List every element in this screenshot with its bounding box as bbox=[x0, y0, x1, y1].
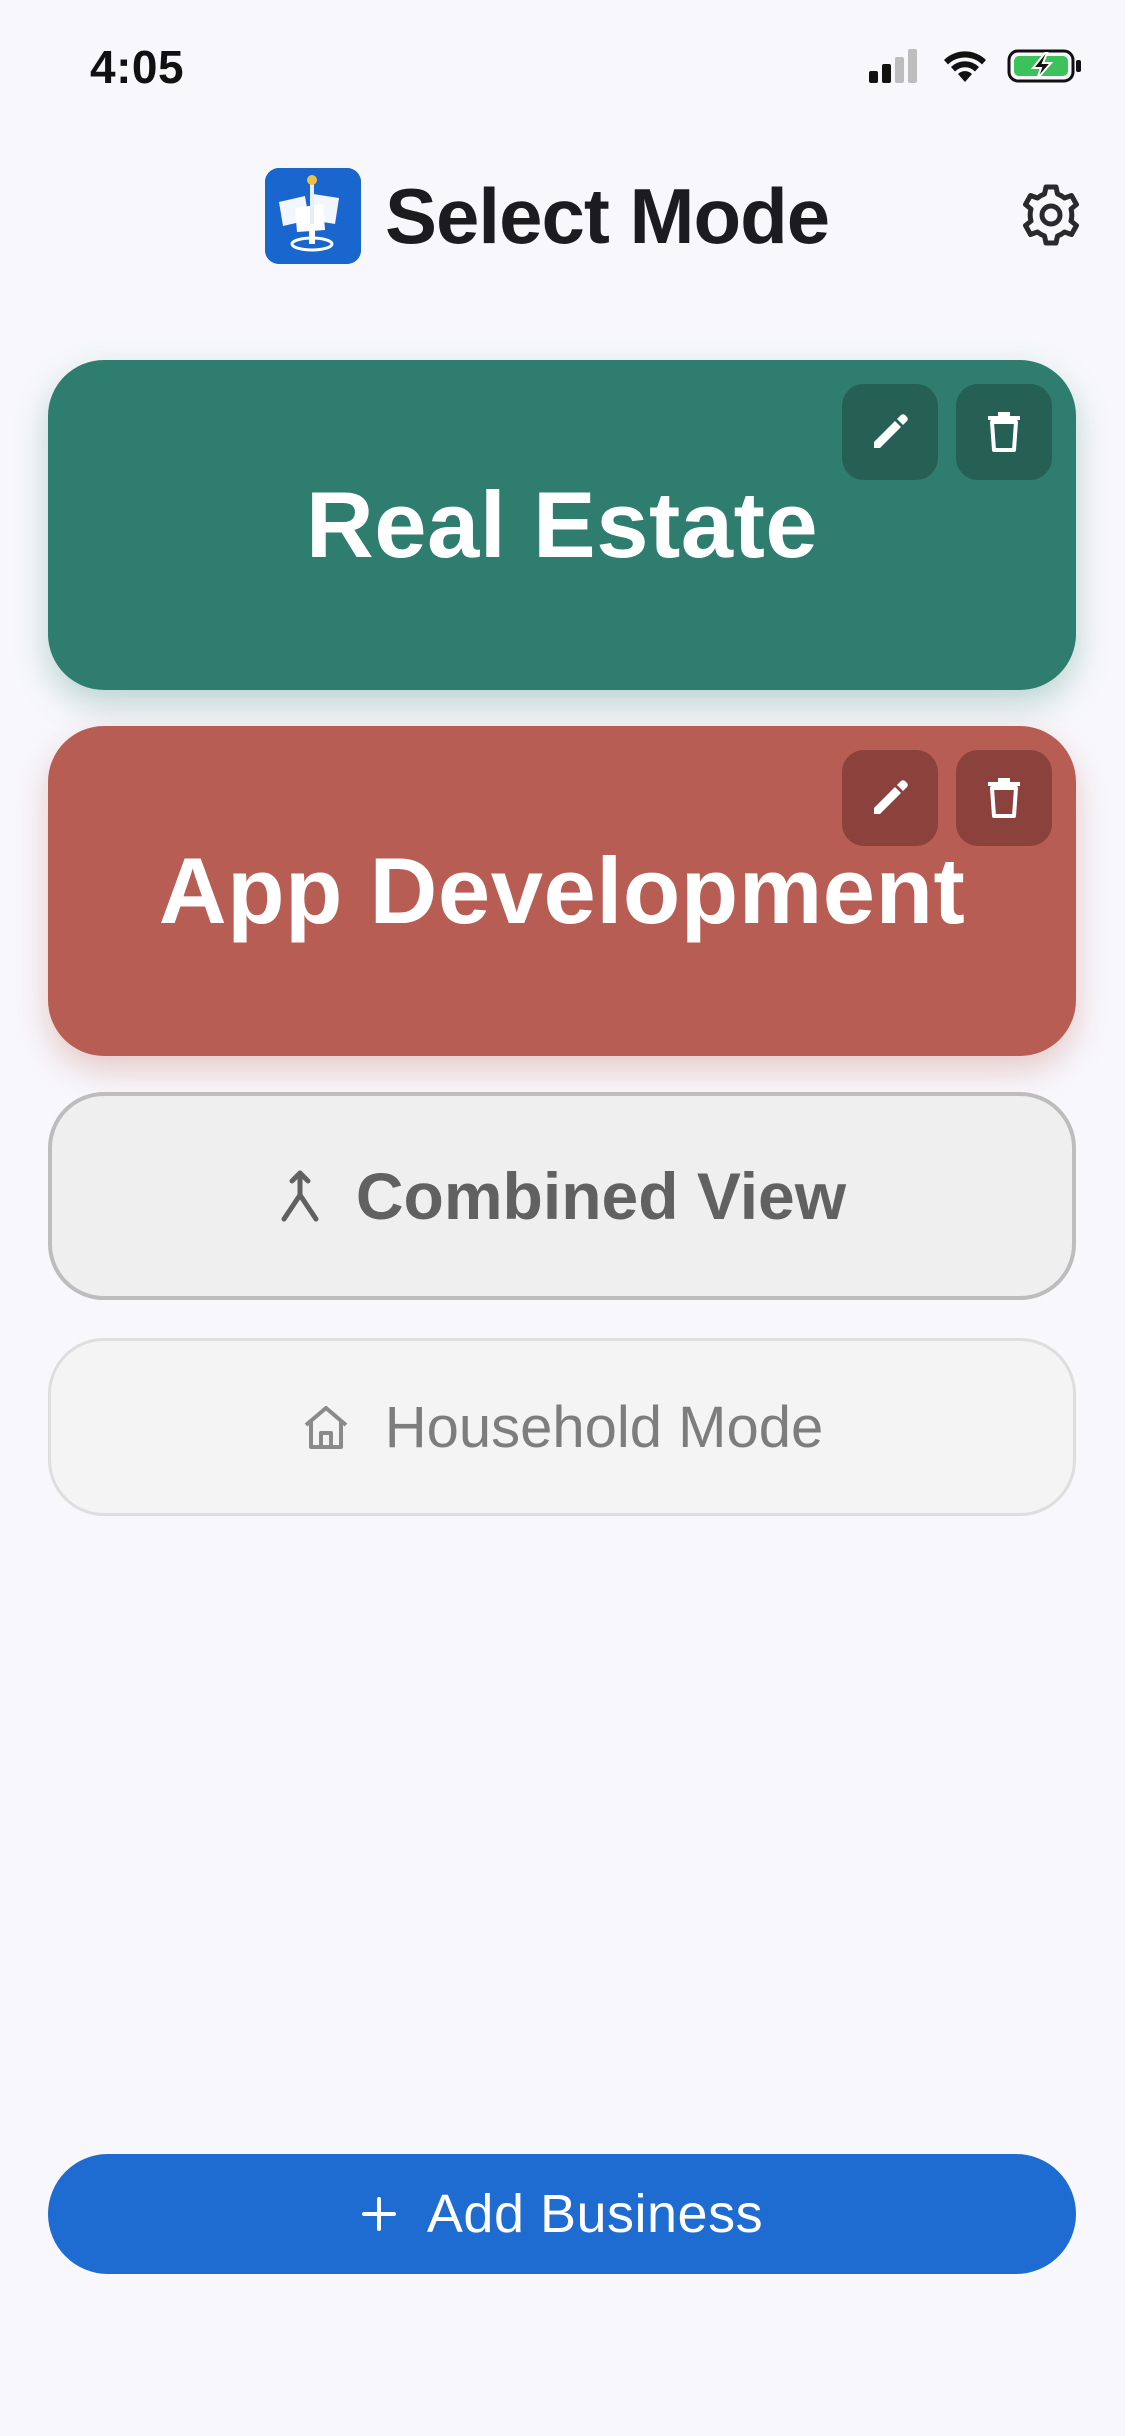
cellular-signal-icon bbox=[869, 49, 917, 83]
merge-icon bbox=[281, 1170, 319, 1222]
business-card-real-estate[interactable]: Real Estate bbox=[48, 360, 1076, 690]
app-logo-icon bbox=[265, 168, 361, 264]
business-card-app-development[interactable]: App Development bbox=[48, 726, 1076, 1056]
edit-business-button[interactable] bbox=[842, 384, 938, 480]
house-icon bbox=[304, 1406, 348, 1449]
add-business-button[interactable]: Add Business bbox=[48, 2154, 1076, 2274]
trash-icon bbox=[988, 412, 1020, 452]
battery-charging-icon bbox=[1007, 49, 1081, 83]
combined-view-label: Combined View bbox=[355, 1159, 847, 1233]
gear-icon[interactable] bbox=[1019, 183, 1083, 247]
combined-view-button[interactable]: Combined View bbox=[48, 1092, 1076, 1300]
wifi-icon bbox=[944, 51, 986, 82]
household-mode-label: Household Mode bbox=[384, 1394, 824, 1460]
add-business-label: Add Business bbox=[426, 2184, 764, 2244]
business-name: Real Estate bbox=[305, 472, 819, 577]
header: Select Mode bbox=[0, 165, 1125, 265]
delete-business-button[interactable] bbox=[956, 384, 1052, 480]
business-name: App Development bbox=[158, 838, 966, 943]
status-time: 4:05 bbox=[90, 41, 185, 93]
plus-icon bbox=[361, 2197, 396, 2231]
select-mode-screen: 4:05 Select Mode Real Estate App Develop… bbox=[0, 0, 1125, 2436]
delete-business-button[interactable] bbox=[956, 750, 1052, 846]
pencil-icon bbox=[874, 780, 908, 814]
trash-icon bbox=[988, 778, 1020, 818]
edit-business-button[interactable] bbox=[842, 750, 938, 846]
household-mode-button[interactable]: Household Mode bbox=[48, 1338, 1076, 1516]
status-icons bbox=[869, 48, 1083, 84]
pencil-icon bbox=[874, 414, 908, 448]
page-title: Select Mode bbox=[385, 172, 830, 260]
